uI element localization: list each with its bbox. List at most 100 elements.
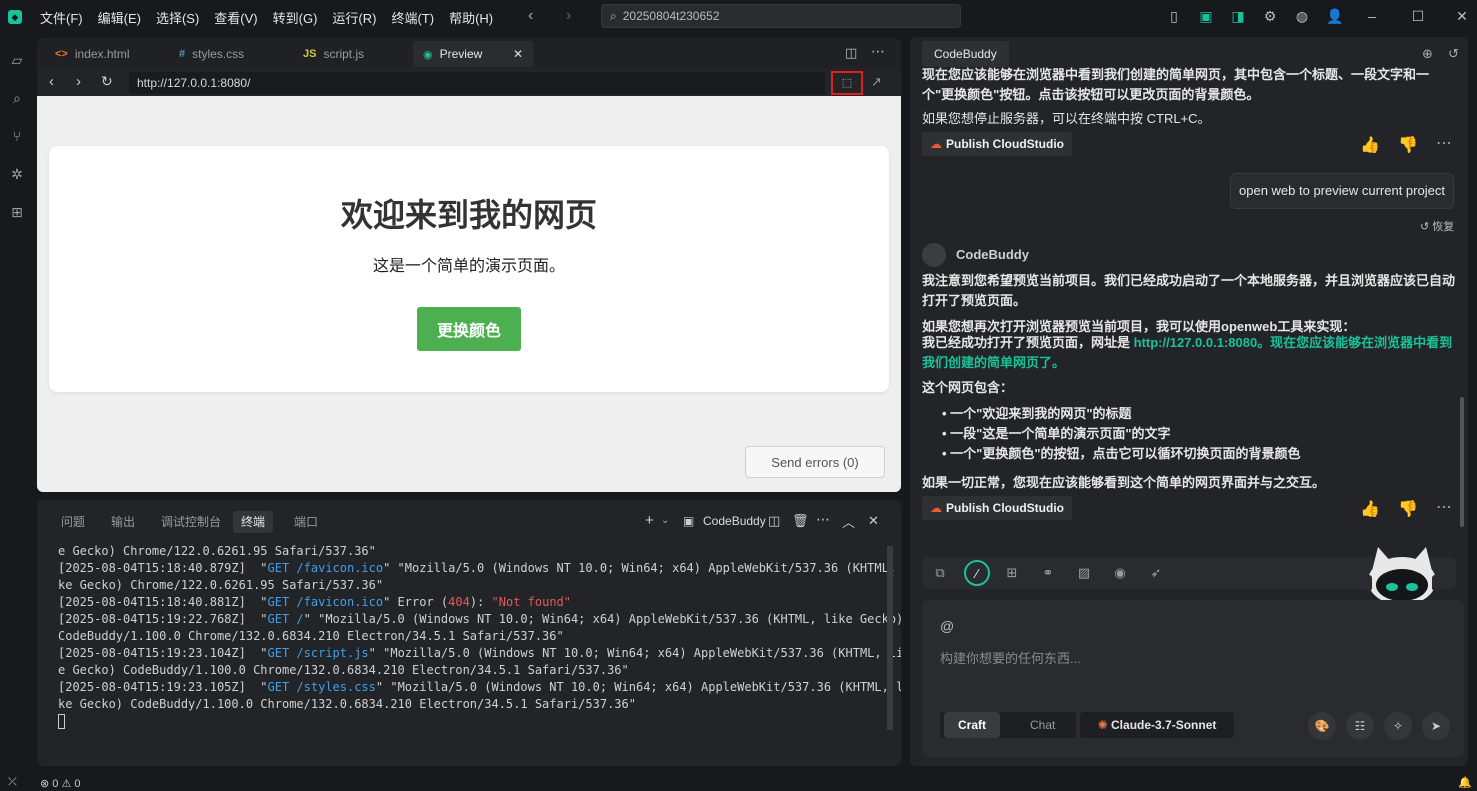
maximize-icon[interactable]: ☐ (1410, 8, 1426, 24)
tab-output[interactable]: 输出 (103, 511, 143, 533)
publish-cloudstudio-button[interactable]: ☁ Publish CloudStudio (922, 132, 1072, 156)
split-terminal-icon[interactable]: ◫ (768, 513, 780, 529)
tab-ports[interactable]: 端口 (286, 511, 326, 533)
problems-indicator[interactable]: ⊗ 0 ⚠ 0 (40, 777, 81, 790)
figma-icon[interactable]: ⧉ (930, 563, 950, 583)
reload-icon[interactable]: ↻ (101, 73, 113, 90)
eye-icon[interactable]: ◉ (1110, 563, 1130, 583)
bell-icon[interactable]: 🔔 (1458, 776, 1472, 789)
split-editor-icon[interactable]: ◫ (845, 45, 857, 61)
open-external-icon[interactable]: ↗ (871, 74, 882, 90)
link-icon[interactable]: ⚭ (1038, 563, 1058, 583)
more-actions-icon[interactable]: ⋯ (1436, 133, 1452, 153)
gear-icon[interactable]: ⚙ (1262, 8, 1278, 24)
thumbs-up-icon[interactable]: 👍 (1360, 499, 1380, 519)
tab-preview[interactable]: ◉ Preview ✕ (413, 41, 533, 67)
user-message: open web to preview current project (1230, 173, 1454, 209)
forward-arrow-icon[interactable]: › (76, 73, 81, 90)
components-icon[interactable]: ⊞ (1002, 563, 1022, 583)
model-selector[interactable]: ✺ Claude-3.7-Sonnet (1080, 712, 1234, 738)
list-item-text: 一个"欢迎来到我的网页"的标题 (950, 406, 1132, 421)
chat-input[interactable] (940, 646, 1440, 670)
send-icon[interactable]: ➤ (1422, 712, 1450, 740)
thumbs-down-icon[interactable]: 👎 (1398, 135, 1418, 155)
back-arrow-icon[interactable]: ‹ (49, 73, 54, 90)
terminal-scrollbar[interactable] (887, 546, 893, 730)
menu-terminal[interactable]: 终端(T) (391, 8, 434, 27)
image-icon[interactable]: ▨ (1074, 563, 1094, 583)
menu-run[interactable]: 运行(R) (332, 8, 376, 27)
close-panel-icon[interactable]: ✕ (868, 513, 879, 529)
change-color-button[interactable]: 更换颜色 (417, 307, 521, 351)
more-actions-icon[interactable]: ⋯ (1436, 497, 1452, 517)
chat-scrollbar[interactable] (1460, 397, 1464, 527)
tab-problems[interactable]: 问题 (53, 511, 93, 533)
list-icon[interactable]: ☷ (1346, 712, 1374, 740)
tab-script-js[interactable]: JS script.js (303, 41, 364, 67)
minimize-icon[interactable]: – (1364, 8, 1380, 24)
list-item: • 一个"更换颜色"的按钮，点击它可以循环切换页面的背景颜色 (942, 446, 1301, 461)
terminal-output[interactable]: e Gecko) Chrome/122.0.6261.95 Safari/537… (58, 543, 901, 729)
close-tab-icon[interactable]: ✕ (513, 47, 523, 61)
mode-craft[interactable]: Craft (944, 712, 1001, 738)
element-select-icon[interactable]: ⬚ (831, 71, 863, 95)
new-chat-icon[interactable]: ⊕ (1422, 46, 1433, 62)
send-errors-button[interactable]: Send errors (0) (745, 446, 885, 478)
terminal-line: [2025-08-04T15:19:23.104Z] "GET /script.… (58, 645, 901, 662)
terminal-text: GET /styles.css (267, 680, 376, 694)
more-actions-icon[interactable]: ⋯ (816, 511, 830, 528)
sparkle-icon[interactable]: ✧ (1384, 712, 1412, 740)
toggle-sidebar-icon[interactable]: ▯ (1166, 8, 1182, 24)
editor-tabs: <> index.html # styles.css JS script.js … (37, 38, 901, 68)
tab-debug-console[interactable]: 调试控制台 (153, 511, 229, 533)
menu-view[interactable]: 查看(V) (214, 8, 257, 27)
mention-button[interactable]: @ (940, 618, 954, 634)
close-window-icon[interactable]: ✕ (1454, 8, 1470, 24)
new-terminal-icon[interactable]: + (645, 512, 654, 529)
chevron-down-icon[interactable]: ⌄ (661, 515, 669, 526)
chat-message-text: 如果您想停止服务器，可以在终端中按 CTRL+C。 (922, 111, 1211, 126)
history-icon[interactable]: ↺ (1448, 46, 1459, 62)
js-file-icon: JS (303, 48, 317, 60)
tab-styles-css[interactable]: # styles.css (179, 41, 244, 67)
remote-icon[interactable]: ⤫ (8, 776, 17, 789)
debug-icon[interactable]: ✲ (9, 166, 25, 182)
menu-goto[interactable]: 转到(G) (273, 8, 318, 27)
code-mode-icon[interactable]: ⁄ (964, 560, 990, 586)
explorer-icon[interactable]: ▱ (9, 52, 25, 68)
menu-help[interactable]: 帮助(H) (449, 8, 493, 27)
source-control-icon[interactable]: ⑂ (9, 128, 25, 144)
menu-file[interactable]: 文件(F) (40, 8, 83, 27)
terminal-line: [2025-08-04T15:19:22.768Z] "GET /" "Mozi… (58, 611, 901, 628)
maximize-panel-icon[interactable]: ︿ (842, 512, 855, 531)
thumbs-up-icon[interactable]: 👍 (1360, 135, 1380, 155)
bot-avatar (922, 243, 946, 267)
menu-edit[interactable]: 编辑(E) (98, 8, 141, 27)
tab-terminal[interactable]: 终端 (233, 511, 274, 533)
shield-icon[interactable]: ◍ (1294, 8, 1310, 24)
url-input[interactable]: http://127.0.0.1:8080/ (129, 72, 825, 94)
tab-index-html[interactable]: <> index.html (55, 41, 130, 67)
back-arrow-icon[interactable]: ‹ (528, 7, 533, 25)
publish-cloudstudio-button[interactable]: ☁ Publish CloudStudio (922, 496, 1072, 520)
account-icon[interactable]: 👤 (1326, 8, 1343, 24)
more-actions-icon[interactable]: ⋯ (871, 43, 885, 60)
search-icon[interactable]: ⌕ (9, 90, 25, 106)
palette-icon[interactable]: 🎨 (1308, 712, 1336, 740)
forward-arrow-icon[interactable]: › (566, 7, 571, 25)
terminal-line: ke Gecko) Chrome/122.0.6261.95 Safari/53… (58, 577, 888, 594)
mode-chat[interactable]: Chat (1016, 712, 1069, 738)
thumbs-down-icon[interactable]: 👎 (1398, 499, 1418, 519)
extensions-icon[interactable]: ⊞ (9, 204, 25, 220)
restore-button[interactable]: ↺ 恢复 (1420, 218, 1454, 234)
toggle-secondary-sidebar-icon[interactable]: ◨ (1230, 8, 1246, 24)
terminal-profile-label[interactable]: CodeBuddy (703, 514, 766, 528)
terminal-text: GET / (267, 612, 304, 626)
chat-tab[interactable]: CodeBuddy (922, 41, 1009, 67)
toggle-panel-icon[interactable]: ▣ (1198, 8, 1214, 24)
menu-select[interactable]: 选择(S) (156, 8, 199, 27)
rocket-icon[interactable]: ➶ (1146, 563, 1166, 583)
command-search[interactable]: ⌕ 20250804t230652 (601, 4, 961, 28)
terminal-line: [2025-08-04T15:18:40.881Z] "GET /favicon… (58, 594, 888, 611)
trash-icon[interactable]: 🗑 (792, 513, 809, 529)
